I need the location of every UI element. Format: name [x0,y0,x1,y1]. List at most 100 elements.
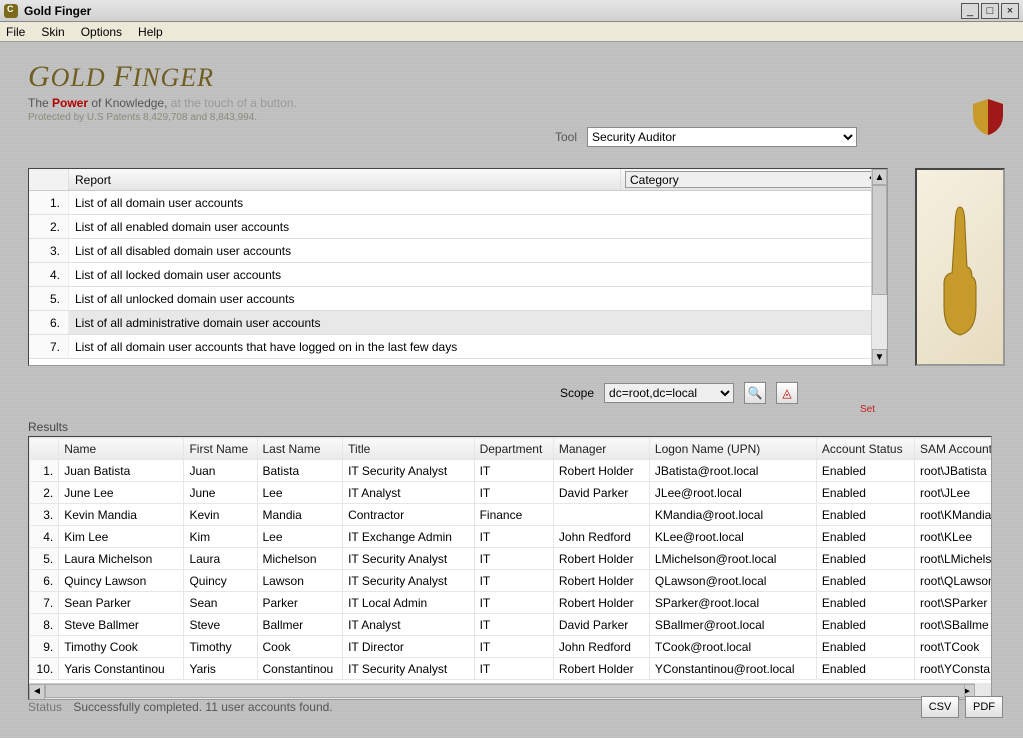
table-cell: Batista [257,460,343,482]
column-header[interactable]: Logon Name (UPN) [649,438,816,460]
column-header[interactable]: Manager [553,438,649,460]
report-row-num: 4. [29,263,69,286]
report-row[interactable]: 3.List of all disabled domain user accou… [29,239,887,263]
table-cell: Juan Batista [59,460,184,482]
column-header[interactable]: First Name [184,438,257,460]
table-row[interactable]: 1.Juan BatistaJuanBatistaIT Security Ana… [30,460,993,482]
table-row[interactable]: 2.June LeeJuneLeeIT AnalystITDavid Parke… [30,482,993,504]
report-row[interactable]: 5.List of all unlocked domain user accou… [29,287,887,311]
table-row[interactable]: 7.Sean ParkerSeanParkerIT Local AdminITR… [30,592,993,614]
minimize-button[interactable]: _ [961,3,979,19]
table-cell: Steve Ballmer [59,614,184,636]
report-row[interactable]: 4.List of all locked domain user account… [29,263,887,287]
table-cell: Kim Lee [59,526,184,548]
table-cell: QLawson@root.local [649,570,816,592]
main-panel: GOLD FINGER The Power of Knowledge, at t… [0,42,1023,738]
table-cell: root\TCook [914,636,992,658]
menu-skin[interactable]: Skin [41,25,64,39]
close-button[interactable]: × [1001,3,1019,19]
table-cell: Ballmer [257,614,343,636]
scroll-left-icon[interactable]: ◄ [29,684,45,700]
table-cell: 2. [30,482,59,504]
report-row-text: List of all enabled domain user accounts [69,220,289,234]
table-cell: IT Analyst [343,614,475,636]
table-cell: IT [474,482,553,504]
table-row[interactable]: 10.Yaris ConstantinouYarisConstantinouIT… [30,658,993,680]
table-row[interactable]: 6.Quincy LawsonQuincyLawsonIT Security A… [30,570,993,592]
table-cell: Sean [184,592,257,614]
scroll-up-icon[interactable]: ▲ [872,169,887,185]
table-cell: 9. [30,636,59,658]
table-cell: Laura [184,548,257,570]
table-cell: Enabled [816,526,914,548]
column-header[interactable]: Name [59,438,184,460]
report-row[interactable]: 1.List of all domain user accounts [29,191,887,215]
table-row[interactable]: 4.Kim LeeKimLeeIT Exchange AdminITJohn R… [30,526,993,548]
scope-select[interactable]: dc=root,dc=local [604,383,734,403]
report-row-text: List of all domain user accounts that ha… [69,340,457,354]
report-row[interactable]: 6.List of all administrative domain user… [29,311,887,335]
table-cell: Enabled [816,636,914,658]
column-header[interactable]: Account Status [816,438,914,460]
table-cell: Enabled [816,482,914,504]
table-cell: 7. [30,592,59,614]
menu-help[interactable]: Help [138,25,163,39]
column-header[interactable]: Department [474,438,553,460]
table-cell: Juan [184,460,257,482]
scroll-down-icon[interactable]: ▼ [872,349,887,365]
table-cell: IT Local Admin [343,592,475,614]
report-row-text: List of all domain user accounts [69,196,243,210]
results-hscrollbar[interactable]: ◄ ► [29,683,975,699]
table-row[interactable]: 5.Laura MichelsonLauraMichelsonIT Securi… [30,548,993,570]
table-cell: KLee@root.local [649,526,816,548]
table-cell: Constantinou [257,658,343,680]
scope-label: Scope [560,386,594,400]
table-cell: Enabled [816,460,914,482]
table-cell: root\YConsta [914,658,992,680]
table-cell: Enabled [816,658,914,680]
table-row[interactable]: 9.Timothy CookTimothyCookIT DirectorITJo… [30,636,993,658]
table-cell [553,504,649,526]
table-cell: IT Security Analyst [343,460,475,482]
table-cell: 8. [30,614,59,636]
table-cell: Lee [257,526,343,548]
table-cell: Quincy [184,570,257,592]
table-cell: IT Analyst [343,482,475,504]
report-row[interactable]: 2.List of all enabled domain user accoun… [29,215,887,239]
table-cell: Laura Michelson [59,548,184,570]
menu-file[interactable]: File [6,25,25,39]
table-cell: YConstantinou@root.local [649,658,816,680]
tool-select[interactable]: Security Auditor [587,127,857,147]
table-row[interactable]: 8.Steve BallmerSteveBallmerIT AnalystITD… [30,614,993,636]
table-cell: Kim [184,526,257,548]
table-cell: Enabled [816,570,914,592]
table-cell: TCook@root.local [649,636,816,658]
table-cell: John Redford [553,636,649,658]
report-row[interactable]: 7.List of all domain user accounts that … [29,335,887,359]
column-header[interactable]: Title [343,438,475,460]
report-row-num: 5. [29,287,69,310]
column-header[interactable]: Last Name [257,438,343,460]
category-select[interactable]: Category [625,171,883,188]
menu-options[interactable]: Options [81,25,122,39]
column-header[interactable]: SAM Account [914,438,992,460]
table-cell: IT [474,526,553,548]
table-cell: JLee@root.local [649,482,816,504]
export-csv-button[interactable]: CSV [921,696,959,718]
table-cell: Robert Holder [553,658,649,680]
export-pdf-button[interactable]: PDF [965,696,1003,718]
scope-search-button[interactable]: 🔍 [744,382,766,404]
table-cell: Mandia [257,504,343,526]
maximize-button[interactable]: □ [981,3,999,19]
hscroll-thumb[interactable] [45,684,965,698]
table-cell: Enabled [816,548,914,570]
table-cell: Michelson [257,548,343,570]
table-row[interactable]: 3.Kevin MandiaKevinMandiaContractorFinan… [30,504,993,526]
scroll-thumb[interactable] [872,185,887,295]
report-header[interactable]: Report [69,169,621,190]
scope-set-button[interactable]: ◬ [776,382,798,404]
report-scrollbar[interactable]: ▲ ▼ [871,169,887,365]
table-cell: IT [474,636,553,658]
table-cell: Sean Parker [59,592,184,614]
report-row-text: List of all administrative domain user a… [69,316,320,330]
